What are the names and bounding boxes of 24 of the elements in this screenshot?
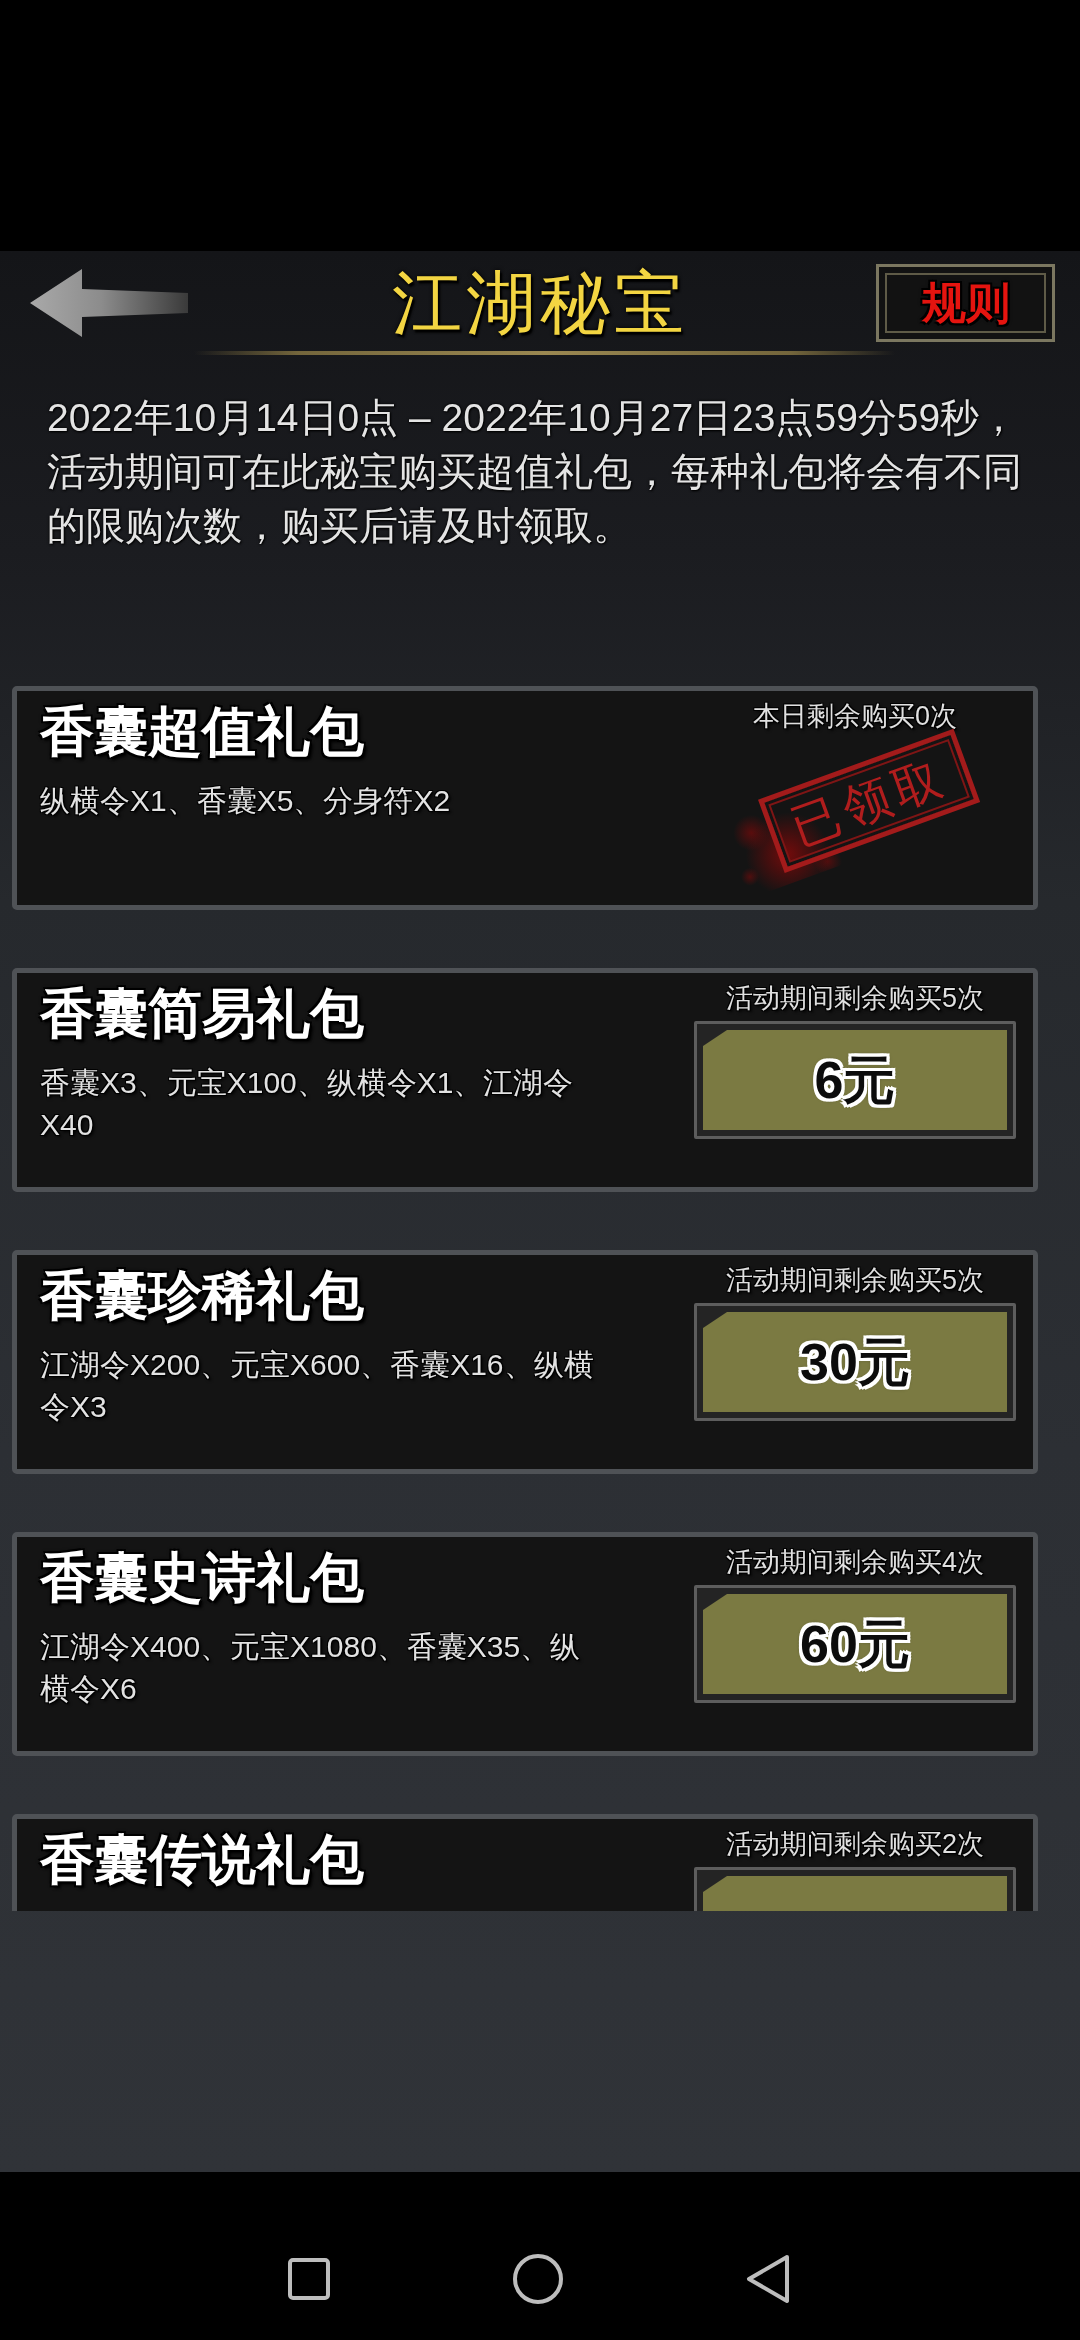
pack-contents: 江湖令X400、元宝X1080、香囊X35、纵横令X6 bbox=[40, 1629, 582, 1707]
purchase-limit-label: 活动期间剩余购买5次 bbox=[726, 982, 984, 1015]
purchase-limit-label: 活动期间剩余购买2次 bbox=[726, 1828, 984, 1861]
pack-contents: 纵横令X1、香囊X5、分身符X2 bbox=[40, 783, 452, 819]
page-title: 江湖秘宝 bbox=[392, 264, 688, 342]
price-button[interactable]: 6元 bbox=[694, 1021, 1016, 1139]
pack-contents: 香囊X3、元宝X100、纵横令X1、江湖令X40 bbox=[40, 1065, 575, 1143]
rules-button[interactable]: 规则 bbox=[876, 264, 1055, 342]
pack-title: 香囊超值礼包 bbox=[40, 701, 365, 761]
purchase-limit-label: 活动期间剩余购买5次 bbox=[726, 1264, 984, 1297]
pack-title: 香囊传说礼包 bbox=[40, 1829, 365, 1889]
pack-title: 香囊简易礼包 bbox=[40, 983, 365, 1043]
pack-title: 香囊珍稀礼包 bbox=[40, 1265, 365, 1325]
back-button[interactable] bbox=[30, 269, 188, 337]
pack-contents: 江湖令X200、元宝X600、香囊X16、纵横令X3 bbox=[40, 1347, 595, 1425]
recents-square-icon[interactable] bbox=[288, 2258, 330, 2300]
home-icon[interactable] bbox=[513, 2254, 563, 2304]
back-arrow-icon bbox=[30, 269, 188, 337]
price-button[interactable]: 30元 bbox=[694, 1303, 1016, 1421]
price-button[interactable]: 60元 bbox=[694, 1585, 1016, 1703]
back-icon[interactable] bbox=[746, 2254, 790, 2304]
purchase-limit-label: 活动期间剩余购买4次 bbox=[726, 1546, 984, 1579]
pack-title: 香囊史诗礼包 bbox=[40, 1547, 365, 1607]
intro-text: 2022年10月14日0点 – 2022年10月27日23点59分59秒，活动期间可在此秘宝购买超值礼包，每种礼包将会有不同的限购次数，购买后请及时领取。 bbox=[47, 395, 1023, 549]
